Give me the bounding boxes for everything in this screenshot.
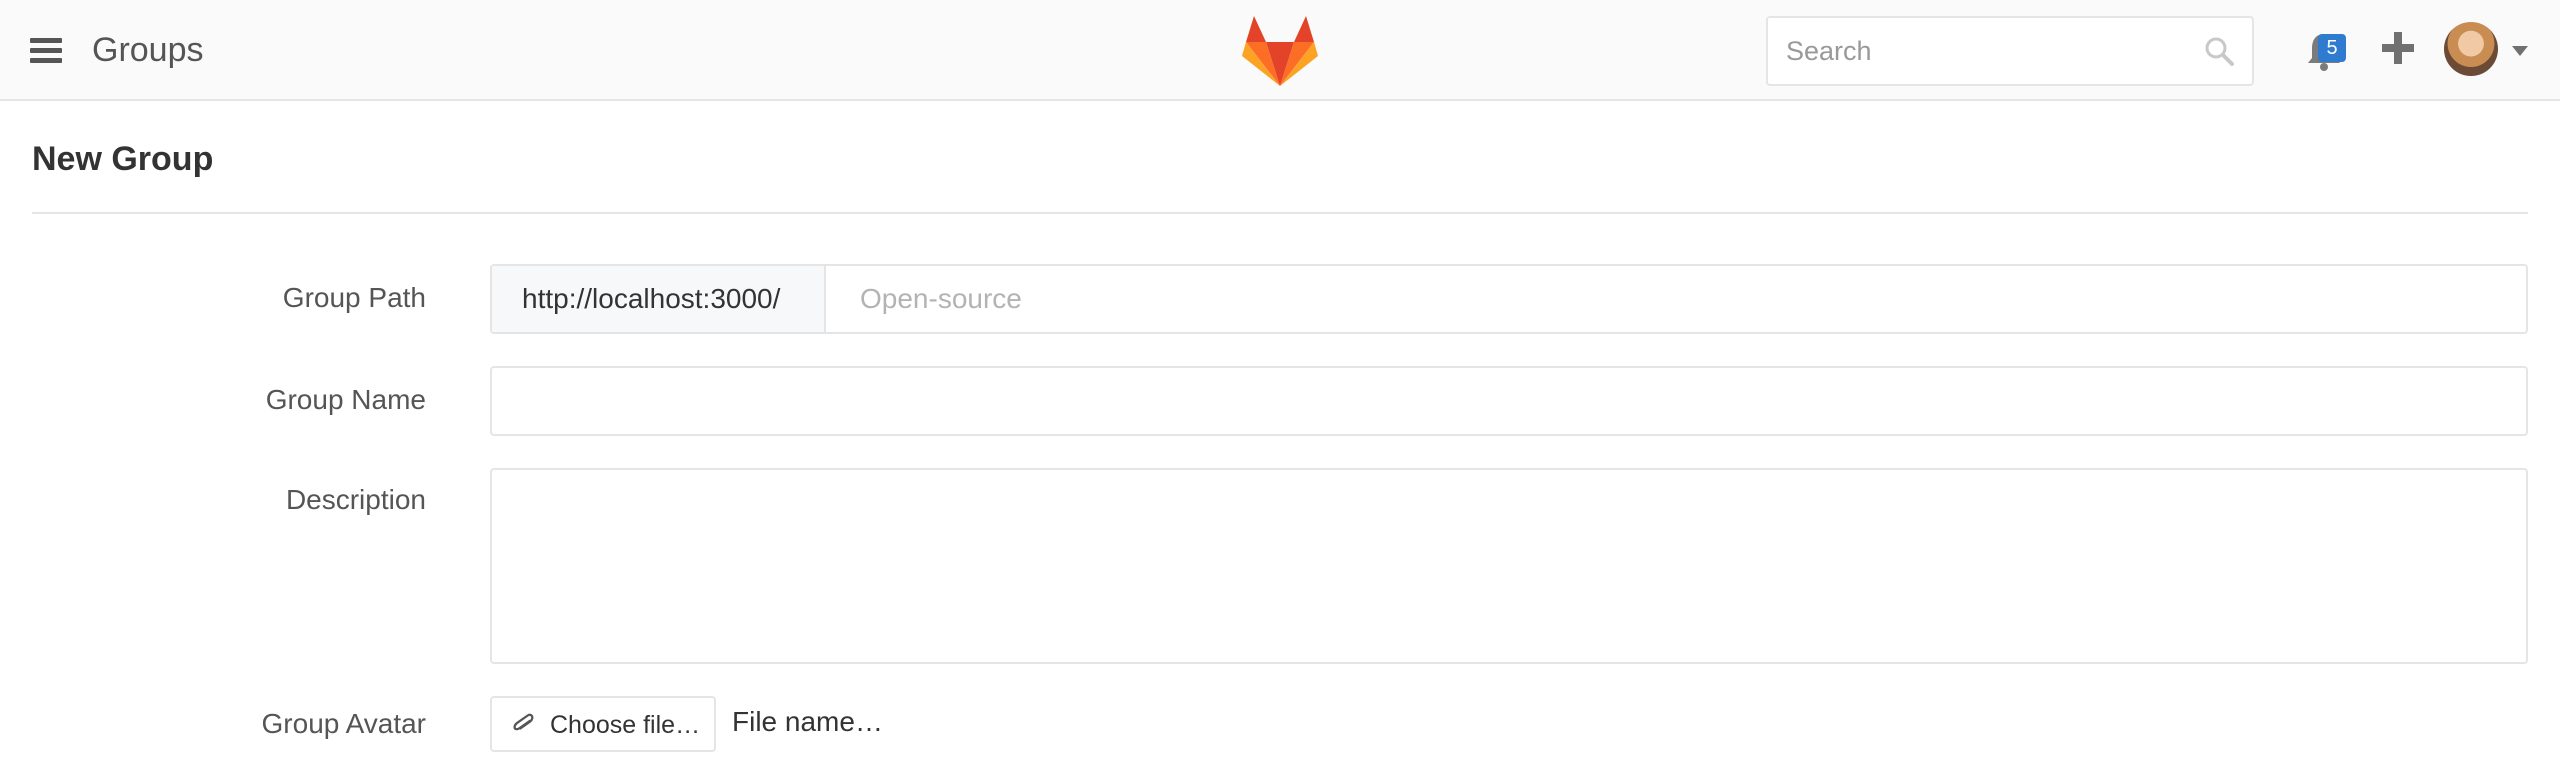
search-input[interactable] (1768, 18, 2188, 84)
file-name-text: File name… (732, 706, 883, 737)
group-path-input[interactable] (828, 266, 2526, 332)
paperclip-icon (513, 713, 534, 731)
divider (32, 212, 2528, 214)
top-navbar: Groups 5 (0, 0, 2560, 101)
group-path-prefix: http://localhost:3000/ (492, 266, 826, 332)
search-box[interactable] (1766, 16, 2254, 86)
caret-down-icon[interactable] (2512, 46, 2528, 56)
choose-file-label: Choose file… (550, 711, 701, 739)
header-title: Groups (92, 31, 204, 69)
hamburger-menu-icon[interactable] (30, 38, 62, 64)
description-textarea[interactable] (490, 468, 2528, 664)
description-label: Description (285, 484, 426, 515)
group-name-label: Group Name (265, 384, 426, 415)
group-avatar-label: Group Avatar (261, 708, 426, 739)
plus-icon[interactable] (2382, 32, 2414, 64)
notification-count-badge[interactable]: 5 (2318, 34, 2346, 62)
avatar[interactable] (2444, 22, 2498, 76)
search-icon[interactable] (2204, 36, 2234, 66)
page-title: New Group (32, 140, 214, 178)
group-path-input-group: http://localhost:3000/ (490, 264, 2528, 334)
choose-file-button[interactable]: Choose file… (490, 696, 716, 752)
group-name-input[interactable] (490, 366, 2528, 436)
group-path-label: Group Path (282, 282, 426, 313)
gitlab-logo-icon[interactable] (1242, 16, 1318, 86)
